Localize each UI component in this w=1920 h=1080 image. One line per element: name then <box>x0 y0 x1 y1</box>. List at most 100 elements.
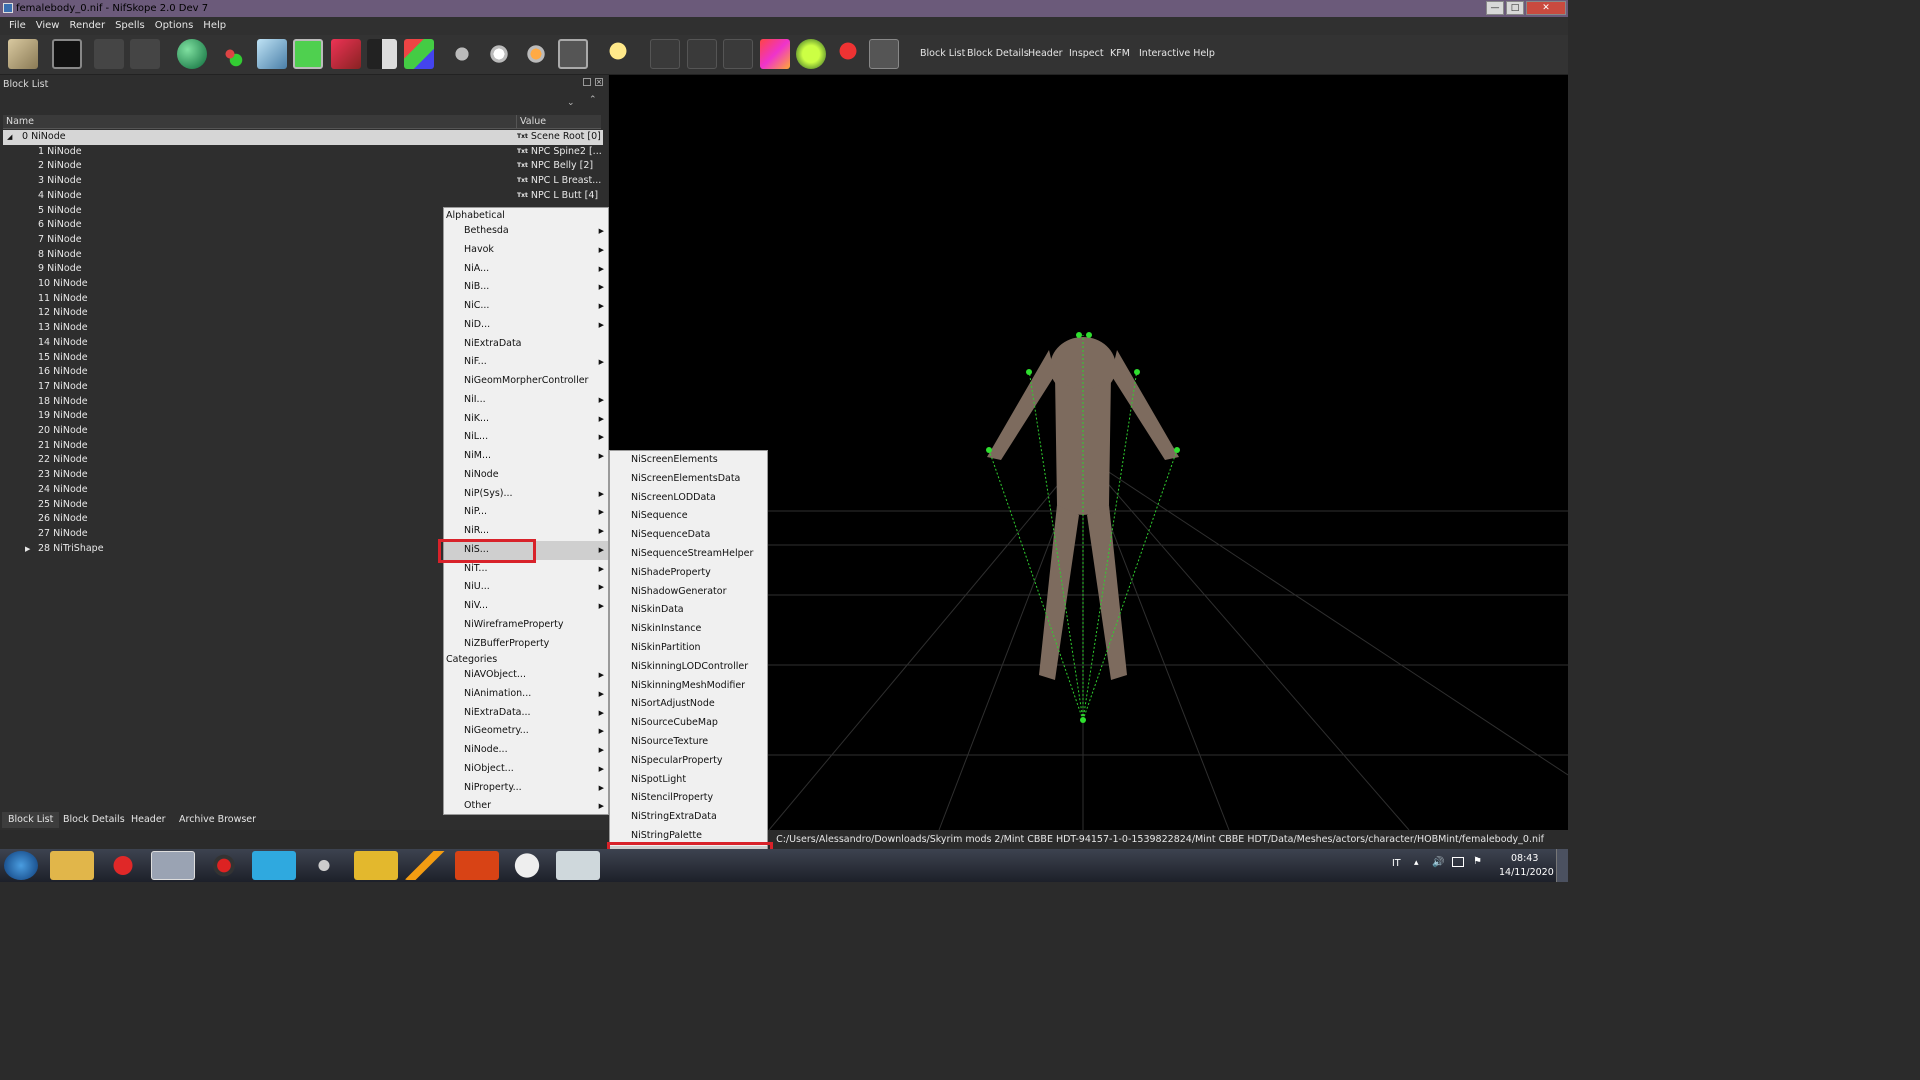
table-row[interactable]: 24 NiNode <box>3 483 519 498</box>
redo-icon[interactable] <box>130 39 160 69</box>
menu-spells[interactable]: Spells <box>110 17 150 35</box>
header-value[interactable]: Value <box>520 116 546 127</box>
tab-block-list[interactable]: Block List <box>2 812 60 828</box>
show-nodes-icon[interactable] <box>723 39 753 69</box>
select-object-icon[interactable] <box>177 39 207 69</box>
toolbar-block-list[interactable]: Block List <box>920 48 965 59</box>
category-item[interactable]: Other ▶ <box>444 797 608 816</box>
submenu-item[interactable]: NiSkinPartition <box>610 639 767 658</box>
speaker-app-icon[interactable] <box>302 851 346 880</box>
undo-icon[interactable] <box>94 39 124 69</box>
dock-float-icon[interactable] <box>583 78 591 86</box>
submenu-item[interactable]: NiSourceCubeMap <box>610 714 767 733</box>
menu-item[interactable]: Havok ▶ <box>444 241 608 260</box>
table-row[interactable]: 12 NiNode <box>3 306 519 321</box>
tray-arrow-icon[interactable]: ▴ <box>1414 858 1419 868</box>
menu-item[interactable]: NiF... ▶ <box>444 353 608 372</box>
toolbar-inspect[interactable]: Inspect <box>1069 48 1104 59</box>
tab-block-details[interactable]: Block Details <box>57 812 131 828</box>
table-row[interactable]: 16 NiNode <box>3 365 519 380</box>
open-icon[interactable] <box>8 39 38 69</box>
toolbar-interactive-help[interactable]: Interactive Help <box>1139 48 1215 59</box>
tab-header[interactable]: Header <box>125 812 172 828</box>
eye-orange-icon[interactable] <box>521 39 551 69</box>
language-indicator[interactable]: IT <box>1392 858 1401 869</box>
view-user-icon[interactable] <box>404 39 434 69</box>
collapse-arrow-icon[interactable]: ◢ <box>7 130 12 145</box>
menu-item[interactable]: NiV... ▶ <box>444 597 608 616</box>
submenu-item[interactable]: NiShadeProperty <box>610 564 767 583</box>
table-row[interactable]: 2 NiNode <box>3 159 519 174</box>
toolbar-block-details[interactable]: Block Details <box>967 48 1029 59</box>
table-row[interactable]: 8 NiNode <box>3 248 519 263</box>
submenu-item[interactable]: NiScreenLODData <box>610 489 767 508</box>
maximize-button[interactable]: □ <box>1506 1 1524 15</box>
show-havok-icon[interactable] <box>833 39 863 69</box>
start-button[interactable] <box>4 851 38 880</box>
toolbar-kfm[interactable]: KFM <box>1110 48 1130 59</box>
submenu-item[interactable]: NiShadowGenerator <box>610 583 767 602</box>
show-constraints-icon[interactable] <box>760 39 790 69</box>
nifskope-icon[interactable] <box>151 851 195 880</box>
show-hidden-icon[interactable] <box>869 39 899 69</box>
table-row[interactable]: 18 NiNode <box>3 395 519 410</box>
menu-item[interactable]: NiZBufferProperty <box>444 635 608 654</box>
walk-icon[interactable] <box>447 39 477 69</box>
menu-help[interactable]: Help <box>198 17 231 35</box>
submenu-item[interactable]: NiSortAdjustNode <box>610 695 767 714</box>
menu-item[interactable]: NiR... ▶ <box>444 522 608 541</box>
menu-render[interactable]: Render <box>64 17 110 35</box>
submenu-item[interactable]: NiSequenceData <box>610 526 767 545</box>
menu-file[interactable]: File <box>4 17 31 35</box>
menu-item[interactable]: NiExtraData <box>444 335 608 354</box>
lightbulb-icon[interactable] <box>603 39 633 69</box>
table-row[interactable]: 7 NiNode <box>3 233 519 248</box>
flag-icon[interactable]: ⚑ <box>1473 856 1482 867</box>
table-row[interactable]: 21 NiNode <box>3 439 519 454</box>
menu-item[interactable]: NiD... ▶ <box>444 316 608 335</box>
app-red-icon[interactable] <box>202 851 246 880</box>
menu-item[interactable]: Bethesda ▶ <box>444 222 608 241</box>
tab-archive-browser[interactable]: Archive Browser <box>173 812 262 828</box>
minimize-button[interactable]: — <box>1486 1 1504 15</box>
clock-date[interactable]: 14/11/2020 <box>1499 867 1554 878</box>
menu-item[interactable]: NiNode <box>444 466 608 485</box>
submenu-item[interactable]: NiSequence <box>610 507 767 526</box>
folder-app-icon[interactable] <box>354 851 398 880</box>
submenu-item[interactable]: NiSourceTexture <box>610 733 767 752</box>
view-front-icon[interactable] <box>293 39 323 69</box>
submenu-item[interactable]: NiScreenElements <box>610 451 767 470</box>
category-item[interactable]: NiExtraData... ▶ <box>444 704 608 723</box>
table-row[interactable]: ◢ 0 NiNode <box>3 130 603 145</box>
menu-item[interactable]: NiM... ▶ <box>444 447 608 466</box>
collapse-down-icon[interactable]: ⌄ <box>567 98 575 108</box>
menu-view[interactable]: View <box>31 17 65 35</box>
submenu-item[interactable]: NiStencilProperty <box>610 789 767 808</box>
ffdec-icon[interactable] <box>505 851 549 880</box>
table-row[interactable]: 4 NiNode <box>3 189 519 204</box>
table-row[interactable]: 5 NiNode <box>3 204 519 219</box>
view-side-icon[interactable] <box>331 39 361 69</box>
table-row[interactable]: 10 NiNode <box>3 277 519 292</box>
category-item[interactable]: NiNode... ▶ <box>444 741 608 760</box>
table-row[interactable]: 1 NiNode <box>3 145 519 160</box>
clock-time[interactable]: 08:43 <box>1511 853 1538 864</box>
category-item[interactable]: NiObject... ▶ <box>444 760 608 779</box>
select-vertex-icon[interactable] <box>215 39 245 69</box>
explorer-icon[interactable] <box>50 851 94 880</box>
dock-close-icon[interactable]: × <box>595 78 603 86</box>
menu-item[interactable]: NiI... ▶ <box>444 391 608 410</box>
table-row[interactable]: 22 NiNode <box>3 453 519 468</box>
f-app-icon[interactable] <box>455 851 499 880</box>
menu-item[interactable]: NiA... ▶ <box>444 260 608 279</box>
menu-options[interactable]: Options <box>150 17 199 35</box>
submenu-item[interactable]: NiSkinningMeshModifier <box>610 677 767 696</box>
table-row[interactable]: 26 NiNode <box>3 512 519 527</box>
expand-arrow-icon[interactable]: ▶ <box>25 542 30 557</box>
plex-icon[interactable] <box>404 851 448 880</box>
eye-icon[interactable] <box>484 39 514 69</box>
submenu-item[interactable]: NiSpotLight <box>610 771 767 790</box>
show-desktop-button[interactable] <box>1556 849 1568 882</box>
table-row[interactable]: 11 NiNode <box>3 292 519 307</box>
network-icon[interactable] <box>1452 857 1464 867</box>
